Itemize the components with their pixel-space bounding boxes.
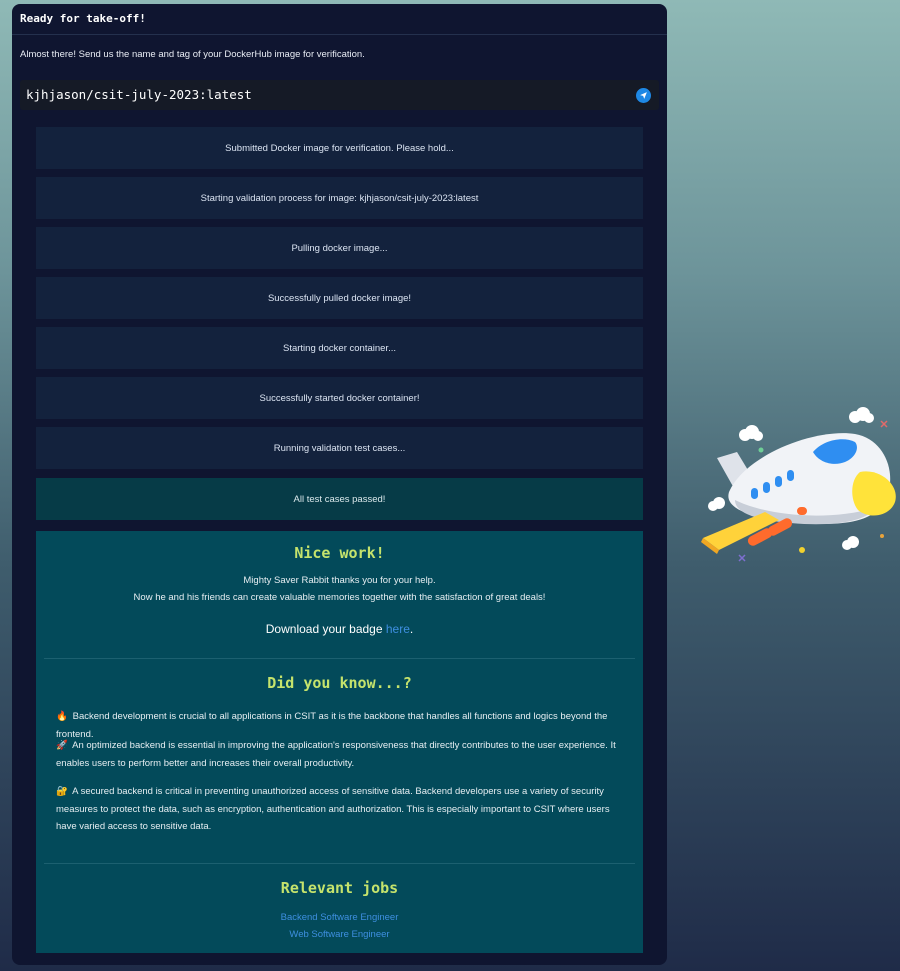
job-link-backend[interactable]: Backend Software Engineer [36,909,643,926]
status-message: Running validation test cases... [36,427,643,469]
relevant-jobs-heading: Relevant jobs [280,879,399,897]
section-divider [44,658,635,659]
result-heading: Nice work! [294,544,385,562]
image-input[interactable]: kjhjason/csit-july-2023:latest [26,80,252,110]
fact-item: 🔐 A secured backend is critical in preve… [56,783,626,836]
fact-text: An optimized backend is essential in imp… [56,740,616,769]
rocket-icon: 🚀 [56,740,68,751]
status-message: Starting validation process for image: k… [36,177,643,219]
status-message: Pulling docker image... [36,227,643,269]
result-card: Nice work! Mighty Saver Rabbit thanks yo… [36,531,643,953]
verification-panel: Ready for take-off! Almost there! Send u… [12,4,667,965]
section-divider [44,863,635,864]
fact-text: Backend development is crucial to all ap… [56,711,608,740]
instruction-text: Almost there! Send us the name and tag o… [20,49,365,60]
lock-icon: 🔐 [56,786,68,797]
status-message: Successfully started docker container! [36,377,643,419]
fact-item: 🚀 An optimized backend is essential in i… [56,737,626,772]
status-message: Submitted Docker image for verification.… [36,127,643,169]
badge-download-link[interactable]: here [386,622,410,636]
thanks-line: Mighty Saver Rabbit thanks you for your … [243,575,436,586]
download-line: Download your badge here. [36,622,643,636]
job-link-web[interactable]: Web Software Engineer [36,926,643,943]
status-message: Starting docker container... [36,327,643,369]
fire-icon: 🔥 [56,711,68,722]
panel-title: Ready for take-off! [12,4,667,35]
download-suffix: . [409,622,414,636]
fact-text: A secured backend is critical in prevent… [56,786,610,832]
did-you-know-heading: Did you know...? [267,674,412,692]
thanks-line: Now he and his friends can create valuab… [133,592,546,603]
send-icon[interactable] [636,88,651,103]
status-message: Successfully pulled docker image! [36,277,643,319]
success-message: All test cases passed! [36,478,643,520]
image-input-row[interactable]: kjhjason/csit-july-2023:latest [20,80,659,110]
jobs-list: Backend Software Engineer Web Software E… [36,909,643,943]
airplane-illustration [701,407,896,562]
download-text: Download your badge [265,622,386,636]
